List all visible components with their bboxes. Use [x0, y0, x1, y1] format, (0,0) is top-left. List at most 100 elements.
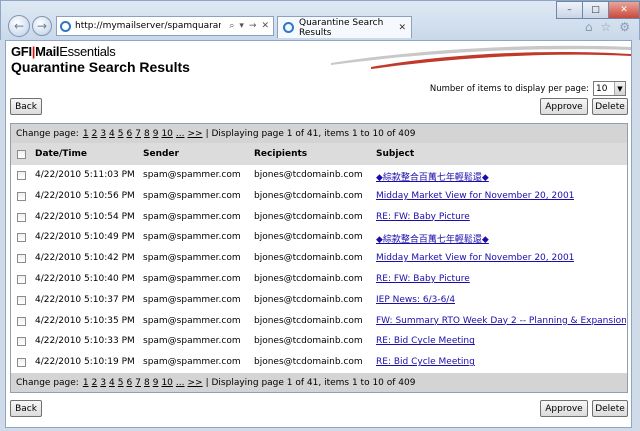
row-sender: spam@spammer.com — [143, 170, 241, 180]
column-sender[interactable]: Sender — [143, 149, 179, 159]
column-recipients[interactable]: Recipients — [254, 149, 307, 159]
row-subject-link[interactable]: RE: Bid Cycle Meeting — [376, 357, 475, 367]
page-link-4[interactable]: 4 — [109, 129, 115, 139]
items-per-page: Number of items to display per page: 10 … — [430, 81, 626, 96]
table-row[interactable]: 4/22/2010 5:10:56 PM spam@spammer.com bjon… — [11, 186, 627, 207]
page-link-5[interactable]: 5 — [118, 378, 124, 388]
page-link-2[interactable]: 2 — [92, 129, 98, 139]
column-date[interactable]: Date/Time — [35, 149, 87, 159]
row-subject-link[interactable]: Midday Market View for November 20, 2001 — [376, 191, 574, 201]
table-row[interactable]: 4/22/2010 5:10:19 PM spam@spammer.com bjon… — [11, 352, 627, 373]
page-link-9[interactable]: 9 — [153, 378, 159, 388]
items-per-page-select[interactable]: 10 ▼ — [593, 81, 626, 96]
table-row[interactable]: 4/22/2010 5:10:54 PM spam@spammer.com bjon… — [11, 207, 627, 228]
row-sender: spam@spammer.com — [143, 253, 241, 264]
page-link-1[interactable]: 1 — [83, 378, 89, 388]
row-recipients: bjones@tcdomainb.com — [254, 211, 363, 222]
page-link-3[interactable]: 3 — [100, 129, 106, 139]
stop-icon[interactable]: ✕ — [261, 21, 269, 31]
chevron-down-icon[interactable]: ▼ — [614, 82, 625, 95]
pager-top: Change page: 1 2 3 4 5 6 7 8 9 10 ... >>… — [11, 124, 627, 143]
row-checkbox[interactable] — [17, 337, 26, 347]
row-subject-link[interactable]: IEP News: 6/3-6/4 — [376, 295, 455, 305]
row-subject-link[interactable]: RE: FW: Baby Picture — [376, 274, 470, 284]
row-subject-link[interactable]: RE: Bid Cycle Meeting — [376, 336, 475, 346]
minimize-button[interactable]: – — [556, 1, 583, 19]
row-checkbox[interactable] — [17, 171, 26, 180]
logo-mail-text: Mail — [35, 44, 60, 59]
pager-info: | Displaying page 1 of 41, items 1 to 10… — [205, 377, 416, 388]
page-link-4[interactable]: 4 — [109, 378, 115, 388]
address-url[interactable]: http://mymailserver/spamquarantine — [75, 21, 221, 31]
tab-close-icon[interactable]: ✕ — [398, 23, 406, 33]
row-checkbox[interactable] — [17, 316, 26, 326]
row-checkbox[interactable] — [17, 254, 26, 264]
page-link-more[interactable]: ... — [176, 378, 185, 388]
row-sender: spam@spammer.com — [143, 357, 241, 368]
row-checkbox[interactable] — [17, 233, 26, 243]
row-sender: spam@spammer.com — [143, 294, 241, 305]
search-icon[interactable]: ⌕ — [229, 21, 234, 31]
delete-button-bottom[interactable]: Delete — [592, 400, 628, 417]
page-link-6[interactable]: 6 — [127, 378, 133, 388]
back-button-top[interactable]: Back — [10, 98, 42, 115]
logo-essentials-text: Essentials — [59, 44, 116, 59]
page-link-10[interactable]: 10 — [161, 129, 172, 139]
forward-arrow-icon[interactable]: → — [32, 16, 52, 36]
table-row[interactable]: 4/22/2010 5:10:40 PM spam@spammer.com bjon… — [11, 269, 627, 290]
page-link-5[interactable]: 5 — [118, 129, 124, 139]
page-link-1[interactable]: 1 — [83, 129, 89, 139]
browser-tab[interactable]: Quarantine Search Results ✕ — [277, 16, 412, 38]
page-link-8[interactable]: 8 — [144, 378, 150, 388]
table-row[interactable]: 4/22/2010 5:11:03 PM spam@spammer.com bjon… — [11, 165, 627, 186]
back-button-bottom[interactable]: Back — [10, 400, 42, 417]
page-link-10[interactable]: 10 — [161, 378, 172, 388]
row-checkbox[interactable] — [17, 191, 26, 201]
page-link-next[interactable]: >> — [188, 378, 203, 388]
row-checkbox[interactable] — [17, 358, 26, 368]
page-link-more[interactable]: ... — [176, 129, 185, 139]
maximize-button[interactable]: □ — [582, 1, 609, 19]
select-all-checkbox[interactable] — [17, 150, 26, 159]
page-link-8[interactable]: 8 — [144, 129, 150, 139]
settings-gear-icon[interactable]: ⚙ — [619, 20, 630, 34]
row-subject-link[interactable]: FW: Summary RTO Week Day 2 -- Planning &… — [376, 316, 626, 326]
row-subject-link[interactable]: RE: FW: Baby Picture — [376, 212, 470, 222]
favorites-star-icon[interactable]: ☆ — [600, 20, 611, 34]
row-date: 4/22/2010 5:10:54 PM — [35, 211, 135, 222]
row-subject-link[interactable]: ◆綜款整合百萬七年輕鬆還◆ — [376, 232, 489, 245]
table-row[interactable]: 4/22/2010 5:10:42 PM spam@spammer.com bjon… — [11, 248, 627, 269]
row-sender: spam@spammer.com — [143, 211, 241, 222]
back-arrow-icon[interactable]: ← — [8, 15, 30, 37]
page-link-7[interactable]: 7 — [135, 378, 141, 388]
home-icon[interactable]: ⌂ — [585, 20, 593, 34]
table-row[interactable]: 4/22/2010 5:10:49 PM spam@spammer.com bjon… — [11, 227, 627, 248]
logo-gfi-text: GFI — [11, 44, 32, 59]
row-recipients: bjones@tcdomainb.com — [254, 253, 363, 264]
window-close-button[interactable]: ✕ — [608, 1, 640, 19]
address-bar[interactable]: http://mymailserver/spamquarantine ⌕ ▾ →… — [56, 16, 274, 36]
row-checkbox[interactable] — [17, 212, 26, 222]
page-link-next[interactable]: >> — [188, 129, 203, 139]
row-recipients: bjones@tcdomainb.com — [254, 170, 363, 180]
page-link-6[interactable]: 6 — [127, 129, 133, 139]
table-row[interactable]: 4/22/2010 5:10:33 PM spam@spammer.com bjon… — [11, 331, 627, 352]
tab-title: Quarantine Search Results — [299, 17, 384, 38]
page-link-3[interactable]: 3 — [100, 378, 106, 388]
page-link-7[interactable]: 7 — [135, 129, 141, 139]
approve-button-bottom[interactable]: Approve — [540, 400, 588, 417]
row-checkbox[interactable] — [17, 295, 26, 305]
column-subject[interactable]: Subject — [376, 149, 414, 159]
row-sender: spam@spammer.com — [143, 190, 241, 201]
row-checkbox[interactable] — [17, 275, 26, 284]
page-link-2[interactable]: 2 — [92, 378, 98, 388]
dropdown-icon[interactable]: ▾ — [239, 21, 244, 31]
table-row[interactable]: 4/22/2010 5:10:35 PM spam@spammer.com bjon… — [11, 311, 627, 332]
row-subject-link[interactable]: Midday Market View for November 20, 2001 — [376, 253, 574, 263]
table-row[interactable]: 4/22/2010 5:10:37 PM spam@spammer.com bjon… — [11, 290, 627, 311]
approve-button-top[interactable]: Approve — [540, 98, 588, 115]
delete-button-top[interactable]: Delete — [592, 98, 628, 115]
page-link-9[interactable]: 9 — [153, 129, 159, 139]
go-icon[interactable]: → — [249, 21, 257, 31]
row-subject-link[interactable]: ◆綜款整合百萬七年輕鬆還◆ — [376, 170, 489, 183]
